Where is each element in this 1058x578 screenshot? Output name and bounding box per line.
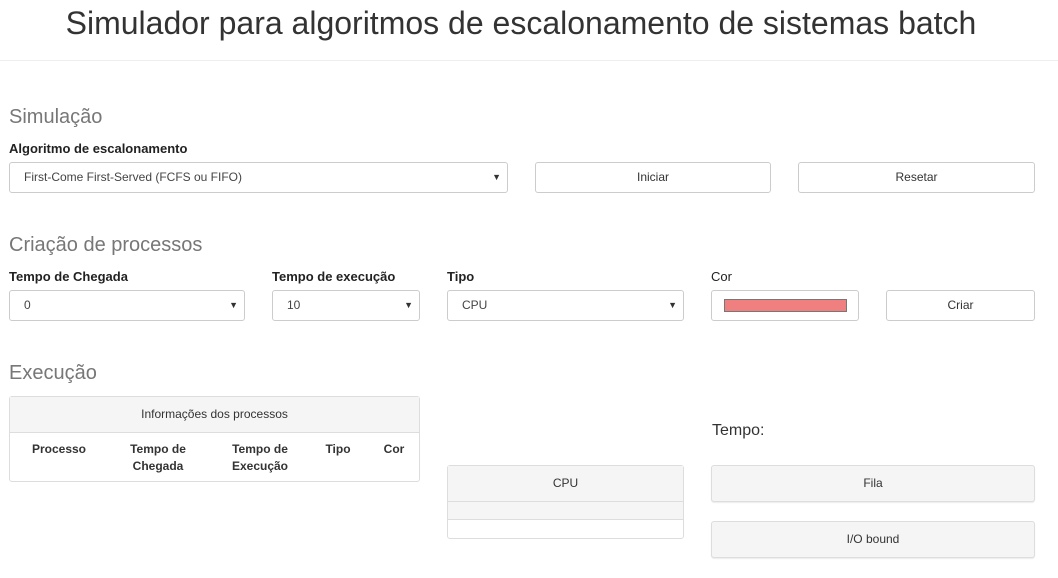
time-label: Tempo:	[712, 422, 765, 439]
page-header: Simulador para algoritmos de escalonamen…	[0, 0, 1058, 61]
caret-down-icon: ▼	[492, 172, 501, 182]
caret-down-icon: ▼	[229, 300, 238, 310]
process-info-panel-heading: Informações dos processos	[10, 397, 419, 433]
column-header-execution-time: Tempo de Execução	[231, 442, 289, 473]
algorithm-label: Algoritmo de escalonamento	[9, 141, 188, 156]
arrival-time-select[interactable]: 0 ▼	[9, 290, 245, 321]
type-label: Tipo	[447, 269, 475, 284]
color-swatch	[724, 299, 847, 312]
color-label: Cor	[711, 269, 732, 284]
arrival-time-label: Tempo de Chegada	[9, 269, 128, 284]
caret-down-icon: ▼	[404, 300, 413, 310]
algorithm-select-value: First-Come First-Served (FCFS ou FIFO)	[24, 170, 243, 184]
caret-down-icon: ▼	[668, 300, 677, 310]
type-value: CPU	[462, 298, 488, 312]
process-info-panel: Informações dos processos Processo Tempo…	[9, 396, 420, 482]
execution-section-title: Execução	[9, 362, 97, 384]
column-header-color: Cor	[383, 442, 405, 456]
queue-panel: Fila	[711, 465, 1035, 502]
start-button[interactable]: Iniciar	[535, 162, 771, 193]
reset-button[interactable]: Resetar	[798, 162, 1035, 193]
page-title: Simulador para algoritmos de escalonamen…	[65, 5, 977, 41]
create-button[interactable]: Criar	[886, 290, 1035, 321]
execution-time-label: Tempo de execução	[272, 269, 396, 284]
column-header-arrival-time: Tempo de Chegada	[130, 442, 186, 473]
type-select[interactable]: CPU ▼	[447, 290, 684, 321]
cpu-panel: CPU	[447, 465, 684, 539]
algorithm-select[interactable]: First-Come First-Served (FCFS ou FIFO) ▼	[9, 162, 508, 193]
arrival-time-value: 0	[24, 298, 31, 312]
process-creation-section-title: Criação de processos	[9, 234, 203, 256]
execution-time-value: 10	[287, 298, 301, 312]
column-header-type: Tipo	[325, 442, 351, 456]
execution-time-select[interactable]: 10 ▼	[272, 290, 420, 321]
cpu-process-slot	[448, 502, 683, 520]
color-picker[interactable]	[711, 290, 859, 321]
cpu-panel-heading: CPU	[448, 466, 683, 502]
column-header-process: Processo	[31, 442, 87, 456]
io-bound-panel: I/O bound	[711, 521, 1035, 558]
simulation-section-title: Simulação	[9, 106, 103, 128]
